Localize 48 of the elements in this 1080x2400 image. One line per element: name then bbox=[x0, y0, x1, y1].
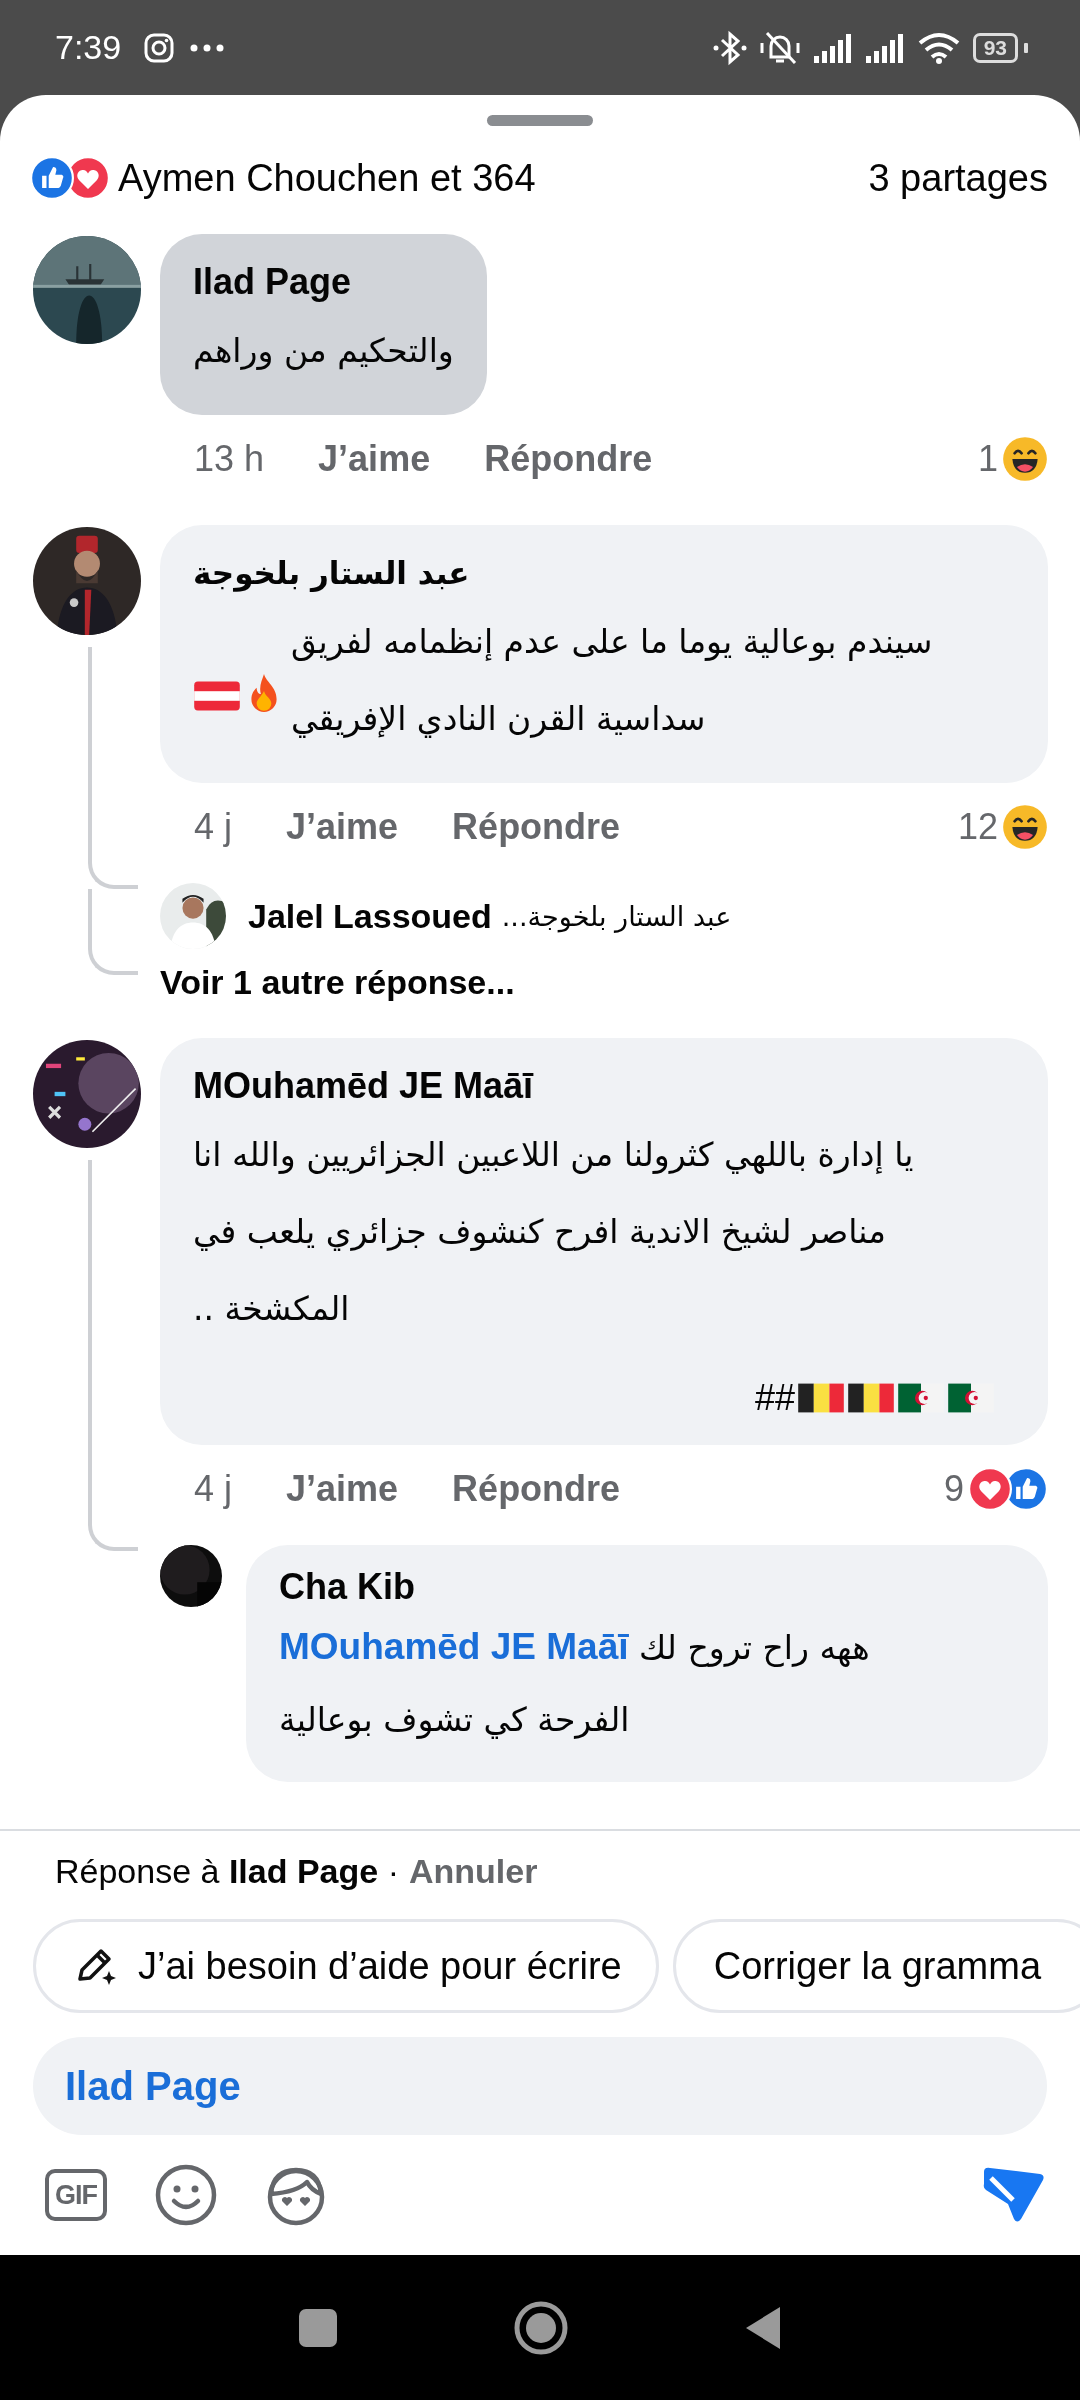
laughing-emoji-icon bbox=[1002, 436, 1048, 482]
reply-link[interactable]: Répondre bbox=[452, 1468, 621, 1510]
clock-time: 7:39 bbox=[55, 28, 122, 67]
reply-author[interactable]: Jalel Lassoued bbox=[248, 896, 492, 936]
like-icon bbox=[30, 156, 74, 200]
signal-icon bbox=[864, 31, 905, 64]
reply-link[interactable]: Répondre bbox=[452, 806, 621, 848]
gif-button[interactable]: GIF bbox=[45, 2169, 107, 2221]
smiley-icon[interactable] bbox=[155, 2164, 217, 2226]
reaction-count[interactable]: 1 bbox=[977, 438, 998, 480]
comment-field[interactable]: Ilad Page bbox=[33, 2037, 1047, 2135]
reaction-count[interactable]: 9 bbox=[943, 1468, 964, 1510]
more-replies-link[interactable]: Voir 1 autre réponse... bbox=[160, 963, 1048, 1002]
recents-icon[interactable] bbox=[298, 2307, 338, 2348]
reply-context-text: Réponse à Ilad Page · bbox=[55, 1851, 399, 1892]
like-link[interactable]: J’aime bbox=[286, 1468, 399, 1510]
comment-text: والتحكيم من وراهم bbox=[193, 331, 454, 370]
hashtag-text: ## bbox=[754, 1377, 795, 1419]
more-icon bbox=[189, 42, 226, 53]
signal-icon bbox=[812, 31, 853, 64]
author-name[interactable]: Cha Kib bbox=[279, 1563, 1015, 1611]
author-name[interactable]: Ilad Page bbox=[193, 258, 454, 306]
comment-time: 4 j bbox=[194, 806, 233, 848]
reactions-summary[interactable]: Aymen Chouchen et 364 bbox=[118, 156, 536, 200]
like-link[interactable]: J’aime bbox=[318, 438, 431, 480]
home-icon[interactable] bbox=[513, 2299, 569, 2356]
cancel-link[interactable]: Annuler bbox=[408, 1847, 538, 1895]
camera-app-icon bbox=[143, 31, 176, 64]
mention-link[interactable]: MOuhamēd JE Maāī bbox=[279, 1626, 629, 1667]
reply-link[interactable]: Répondre bbox=[484, 438, 653, 480]
wifi-icon bbox=[916, 30, 961, 65]
shares-count[interactable]: 3 partages bbox=[868, 156, 1048, 200]
reaction-count[interactable]: 12 bbox=[957, 806, 998, 848]
laughing-emoji-icon bbox=[1002, 804, 1048, 850]
back-icon[interactable] bbox=[744, 2304, 782, 2351]
drag-handle[interactable] bbox=[487, 115, 593, 126]
reply-snippet: عبد الستار بلخوجة... bbox=[501, 900, 732, 932]
like-link[interactable]: J’aime bbox=[286, 806, 399, 848]
battery-indicator: 93 bbox=[972, 32, 1018, 63]
comment-text: يا إدارة باللهي كثرولنا من اللاعبين الجزائريين والله انا مناصر لشيخ الاندية افرح كنشوف جزائري يلعب في المكشخة .. bbox=[193, 1135, 914, 1328]
author-name[interactable]: MOuhamēd JE Maāī bbox=[193, 1062, 1015, 1110]
comment-text: سيندم بوعالية يوما ما على عدم إنظمامه لفريق سداسية القرن النادي الإفريقي bbox=[291, 621, 933, 740]
suggestion-chip[interactable]: J’ai besoin d’aide pour écrire bbox=[33, 1919, 659, 2013]
comment-time: 4 j bbox=[194, 1468, 233, 1510]
comment-time: 13 h bbox=[194, 438, 265, 480]
send-icon[interactable] bbox=[981, 2166, 1045, 2224]
author-name[interactable]: عبد الستار بلخوجة bbox=[193, 549, 1015, 597]
suggestion-chip[interactable]: Corriger la gramma bbox=[672, 1919, 1080, 2013]
